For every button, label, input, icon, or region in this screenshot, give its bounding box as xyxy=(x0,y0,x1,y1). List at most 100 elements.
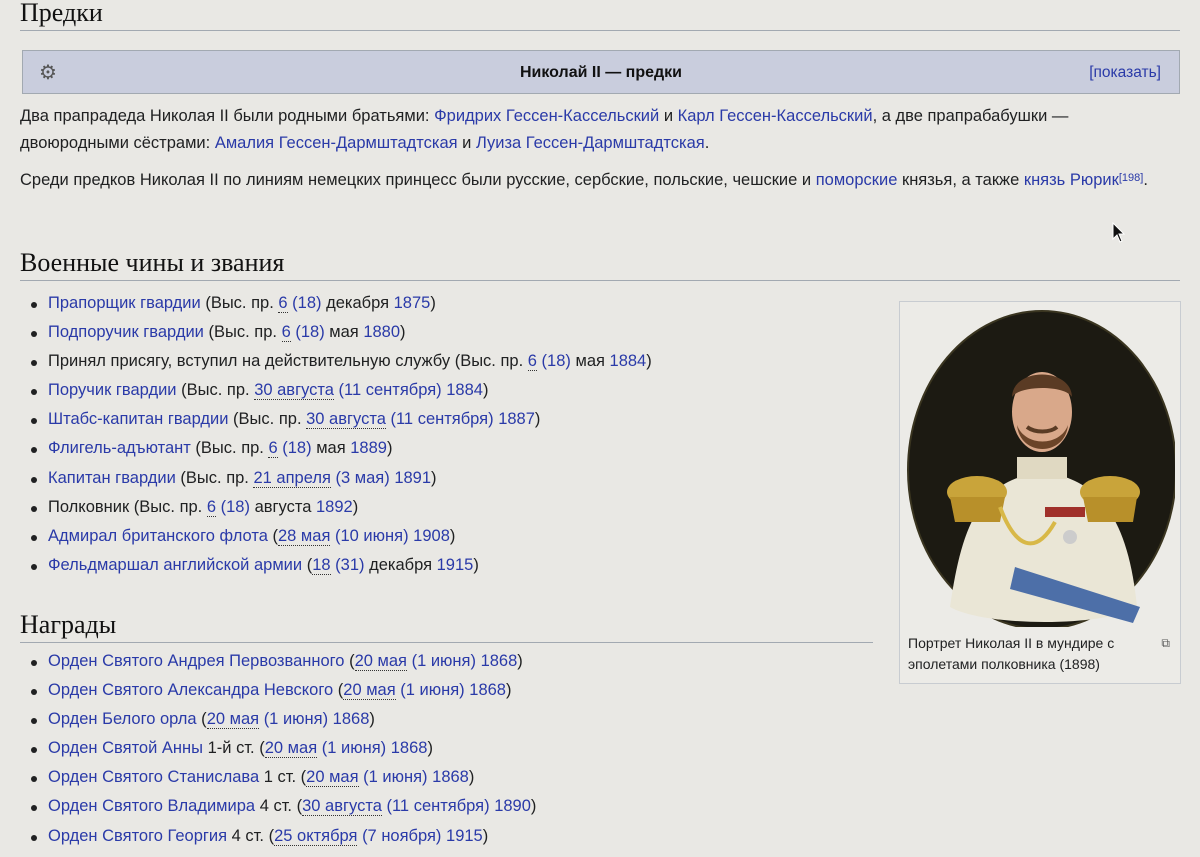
award-date-newstyle[interactable]: (1 июня) xyxy=(264,710,328,728)
link-karl[interactable]: Карл Гессен-Кассельский xyxy=(678,107,873,125)
rank-date-link[interactable]: 28 мая xyxy=(278,526,331,546)
rank-item: Принял присягу, вступил на действительну… xyxy=(28,347,652,376)
rank-date-newstyle[interactable]: (18) xyxy=(282,439,311,457)
magnify-icon[interactable]: ⧉ xyxy=(1161,636,1170,651)
rank-text: Полковник xyxy=(48,497,130,516)
award-date-link[interactable]: 20 мая xyxy=(264,739,318,759)
rank-link[interactable]: Поручик гвардии xyxy=(48,381,177,399)
award-link[interactable]: Орден Белого орла xyxy=(48,710,197,728)
rank-year-link[interactable]: 1908 xyxy=(413,527,450,545)
rank-order-prefix: ( xyxy=(302,555,313,574)
rank-date-newstyle[interactable]: (10 июня) xyxy=(335,527,409,545)
award-degree: 4 ст. xyxy=(227,826,264,845)
ranks-list: Прапорщик гвардии (Выс. пр. 6 (18) декаб… xyxy=(28,289,652,580)
navbox-title: Николай II — предки xyxy=(519,64,683,81)
rank-order-prefix: (Выс. пр. xyxy=(450,352,528,371)
link-rurik[interactable]: князь Рюрик xyxy=(1024,171,1119,189)
award-date-newstyle[interactable]: (1 июня) xyxy=(412,652,476,670)
reference-198[interactable]: [198] xyxy=(1119,172,1143,184)
rank-close: ) xyxy=(534,410,541,429)
rank-year-link[interactable]: 1915 xyxy=(437,556,474,574)
rank-year-link[interactable]: 1884 xyxy=(446,381,483,399)
rank-date-newstyle[interactable]: (18) xyxy=(295,323,324,341)
award-date-link[interactable]: 30 августа xyxy=(302,797,382,817)
rank-date-newstyle[interactable]: (11 сентября) xyxy=(339,381,442,399)
rank-date-newstyle[interactable]: (31) xyxy=(335,556,364,574)
rank-year-link[interactable]: 1892 xyxy=(316,498,353,516)
award-date-newstyle[interactable]: (1 июня) xyxy=(363,768,427,786)
rank-date-newstyle[interactable]: (18) xyxy=(542,352,571,370)
navbox-show-toggle[interactable]: [показать] xyxy=(1089,64,1161,82)
award-item: Орден Святого Владимира 4 ст. (30 август… xyxy=(28,792,536,821)
rank-date-link[interactable]: 6 xyxy=(206,497,217,517)
award-year-link[interactable]: 1915 xyxy=(446,827,483,845)
portrait-caption: Портрет Николая II в мундире с эполетами… xyxy=(908,635,1115,672)
rank-link[interactable]: Фельдмаршал английской армии xyxy=(48,556,302,574)
award-link[interactable]: Орден Святого Александра Невского xyxy=(48,681,333,699)
rank-date-link[interactable]: 6 xyxy=(527,352,537,372)
award-link[interactable]: Орден Святого Андрея Первозванного xyxy=(48,652,344,670)
rank-link[interactable]: Штабс-капитан гвардии xyxy=(48,410,228,428)
rank-date-newstyle[interactable]: (11 сентября) xyxy=(390,410,493,428)
rank-year-link[interactable]: 1887 xyxy=(498,410,535,428)
rank-date-tail: августа xyxy=(249,497,316,516)
rank-date-link[interactable]: 30 августа xyxy=(254,381,334,401)
award-year-link[interactable]: 1868 xyxy=(391,739,428,757)
article-page: Предки ⚙ Николай II — предки [показать] … xyxy=(0,0,1200,857)
rank-year-link[interactable]: 1884 xyxy=(610,352,647,370)
award-date-link[interactable]: 20 мая xyxy=(354,652,407,671)
rank-item: Поручик гвардии (Выс. пр. 30 августа (11… xyxy=(28,376,652,405)
link-pomeranian[interactable]: поморские xyxy=(816,171,898,189)
link-friedrich[interactable]: Фридрих Гессен-Кассельский xyxy=(434,107,659,125)
award-year-link[interactable]: 1868 xyxy=(469,681,506,699)
rank-date-link[interactable]: 6 xyxy=(268,439,278,459)
rank-date-newstyle[interactable]: (18) xyxy=(292,294,321,312)
rank-date-tail: мая xyxy=(311,439,351,458)
rank-year-link[interactable]: 1875 xyxy=(394,294,431,312)
award-degree: 1-й ст. xyxy=(203,739,255,758)
award-date-link[interactable]: 20 мая xyxy=(306,768,359,788)
award-link[interactable]: Орден Святого Станислава xyxy=(48,768,259,786)
section-heading-awards: Награды xyxy=(20,610,873,643)
rank-year-link[interactable]: 1891 xyxy=(394,469,431,487)
rank-close: ) xyxy=(386,439,393,458)
para-text: и xyxy=(457,134,476,152)
rank-link[interactable]: Подпоручик гвардии xyxy=(48,323,204,341)
link-amalia[interactable]: Амалия Гессен-Дармштадтская xyxy=(215,134,458,152)
award-year-link[interactable]: 1868 xyxy=(333,710,370,728)
rank-date-link[interactable]: 30 августа xyxy=(306,410,386,430)
rank-link[interactable]: Капитан гвардии xyxy=(48,469,176,487)
rank-year-link[interactable]: 1880 xyxy=(363,323,400,341)
rank-close: ) xyxy=(400,323,406,342)
rank-date-tail: мая xyxy=(324,323,364,342)
award-link[interactable]: Орден Святой Анны xyxy=(48,739,203,757)
rank-text: Принял присягу, вступил на действительну… xyxy=(48,352,451,371)
award-date-newstyle[interactable]: (7 ноября) xyxy=(362,827,441,845)
rank-link[interactable]: Прапорщик гвардии xyxy=(48,294,201,312)
award-date-link[interactable]: 20 мая xyxy=(343,681,396,701)
rank-date-newstyle[interactable]: (18) xyxy=(221,498,250,516)
rank-close: ) xyxy=(482,381,489,400)
award-date-link[interactable]: 20 мая xyxy=(206,710,260,730)
para-text: и xyxy=(659,107,678,125)
rank-link[interactable]: Адмирал британского флота xyxy=(48,527,268,545)
rank-date-newstyle[interactable]: (3 мая) xyxy=(336,469,390,487)
award-link[interactable]: Орден Святого Владимира xyxy=(48,797,255,815)
award-year-link[interactable]: 1868 xyxy=(481,652,518,670)
award-date-newstyle[interactable]: (11 сентября) xyxy=(386,797,489,815)
award-link[interactable]: Орден Святого Георгия xyxy=(48,827,227,845)
portrait-image[interactable] xyxy=(905,307,1175,627)
award-date-link[interactable]: 25 октября xyxy=(274,826,358,846)
award-year-link[interactable]: 1868 xyxy=(432,768,469,786)
award-date-newstyle[interactable]: (1 июня) xyxy=(400,681,464,699)
rank-link[interactable]: Флигель-адъютант xyxy=(48,439,191,457)
rank-date-link[interactable]: 6 xyxy=(278,294,288,313)
award-year-link[interactable]: 1890 xyxy=(494,797,531,815)
para-text: князья, а также xyxy=(897,171,1024,189)
rank-date-link[interactable]: 21 апреля xyxy=(253,468,331,488)
rank-date-link[interactable]: 6 xyxy=(281,323,291,343)
link-luise[interactable]: Луиза Гессен-Дармштадтская xyxy=(476,134,705,152)
rank-date-link[interactable]: 18 xyxy=(312,555,331,575)
rank-year-link[interactable]: 1889 xyxy=(350,439,387,457)
award-date-newstyle[interactable]: (1 июня) xyxy=(322,739,386,757)
